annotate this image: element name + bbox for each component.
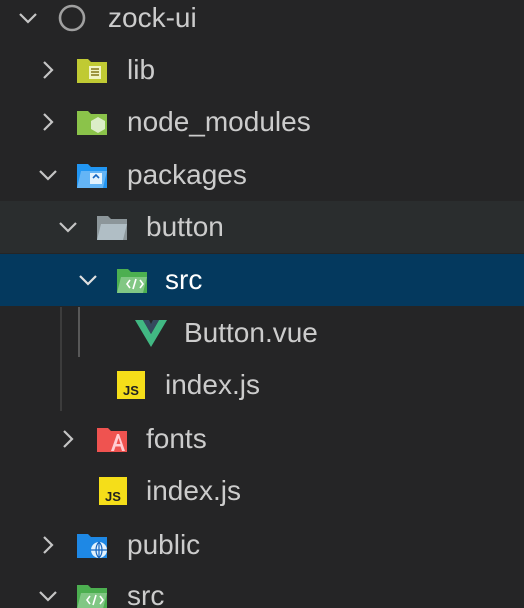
svg-text:JS: JS — [123, 383, 139, 398]
file-explorer-tree: zock-ui lib node_modules packages button… — [0, 0, 524, 608]
chevron-right-icon[interactable] — [36, 58, 60, 82]
tree-folder-fonts[interactable]: fonts — [0, 413, 524, 465]
repo-circle-icon — [56, 4, 88, 32]
tree-item-label: zock-ui — [108, 2, 197, 33]
tree-folder-src-selected[interactable]: src — [0, 254, 524, 306]
chevron-down-icon[interactable] — [36, 163, 60, 187]
chevron-down-icon[interactable] — [16, 6, 40, 30]
tree-folder-packages[interactable]: packages — [0, 149, 524, 201]
tree-item-label: lib — [127, 54, 156, 85]
chevron-down-icon[interactable] — [76, 268, 100, 292]
tree-item-label: src — [165, 264, 203, 295]
chevron-right-icon[interactable] — [36, 110, 60, 134]
tree-item-label: src — [127, 580, 165, 608]
js-icon: JS — [98, 477, 128, 505]
indent-guide — [60, 307, 62, 411]
svg-text:JS: JS — [105, 489, 121, 504]
folder-src-icon — [116, 266, 148, 294]
tree-item-label: Button.vue — [184, 317, 318, 348]
tree-item-label: node_modules — [127, 106, 311, 137]
chevron-right-icon[interactable] — [56, 427, 80, 451]
folder-lib-icon — [76, 56, 108, 84]
chevron-down-icon[interactable] — [36, 584, 60, 608]
chevron-down-icon[interactable] — [56, 215, 80, 239]
tree-item-label: index.js — [165, 369, 260, 400]
tree-item-label: index.js — [146, 475, 241, 506]
folder-packages-icon — [76, 161, 108, 189]
folder-open-icon — [96, 213, 128, 241]
tree-root-zock-ui[interactable]: zock-ui — [0, 0, 524, 44]
folder-node-icon — [76, 108, 108, 136]
folder-fonts-icon — [96, 425, 128, 453]
js-icon: JS — [116, 371, 146, 399]
tree-folder-src[interactable]: src — [0, 570, 524, 608]
chevron-right-icon[interactable] — [36, 533, 60, 557]
tree-item-label: packages — [127, 159, 247, 190]
folder-src-icon — [76, 582, 108, 608]
tree-item-label: fonts — [146, 423, 207, 454]
tree-file-index-js[interactable]: JS index.js — [0, 359, 524, 411]
tree-folder-node-modules[interactable]: node_modules — [0, 96, 524, 148]
folder-public-icon — [76, 531, 108, 559]
tree-folder-lib[interactable]: lib — [0, 44, 524, 96]
tree-file-index-js[interactable]: JS index.js — [0, 465, 524, 517]
vue-icon — [134, 319, 168, 347]
tree-folder-public[interactable]: public — [0, 519, 524, 571]
tree-item-label: button — [146, 211, 224, 242]
indent-guide — [78, 307, 80, 357]
tree-folder-button[interactable]: button — [0, 201, 524, 253]
tree-item-label: public — [127, 529, 201, 560]
